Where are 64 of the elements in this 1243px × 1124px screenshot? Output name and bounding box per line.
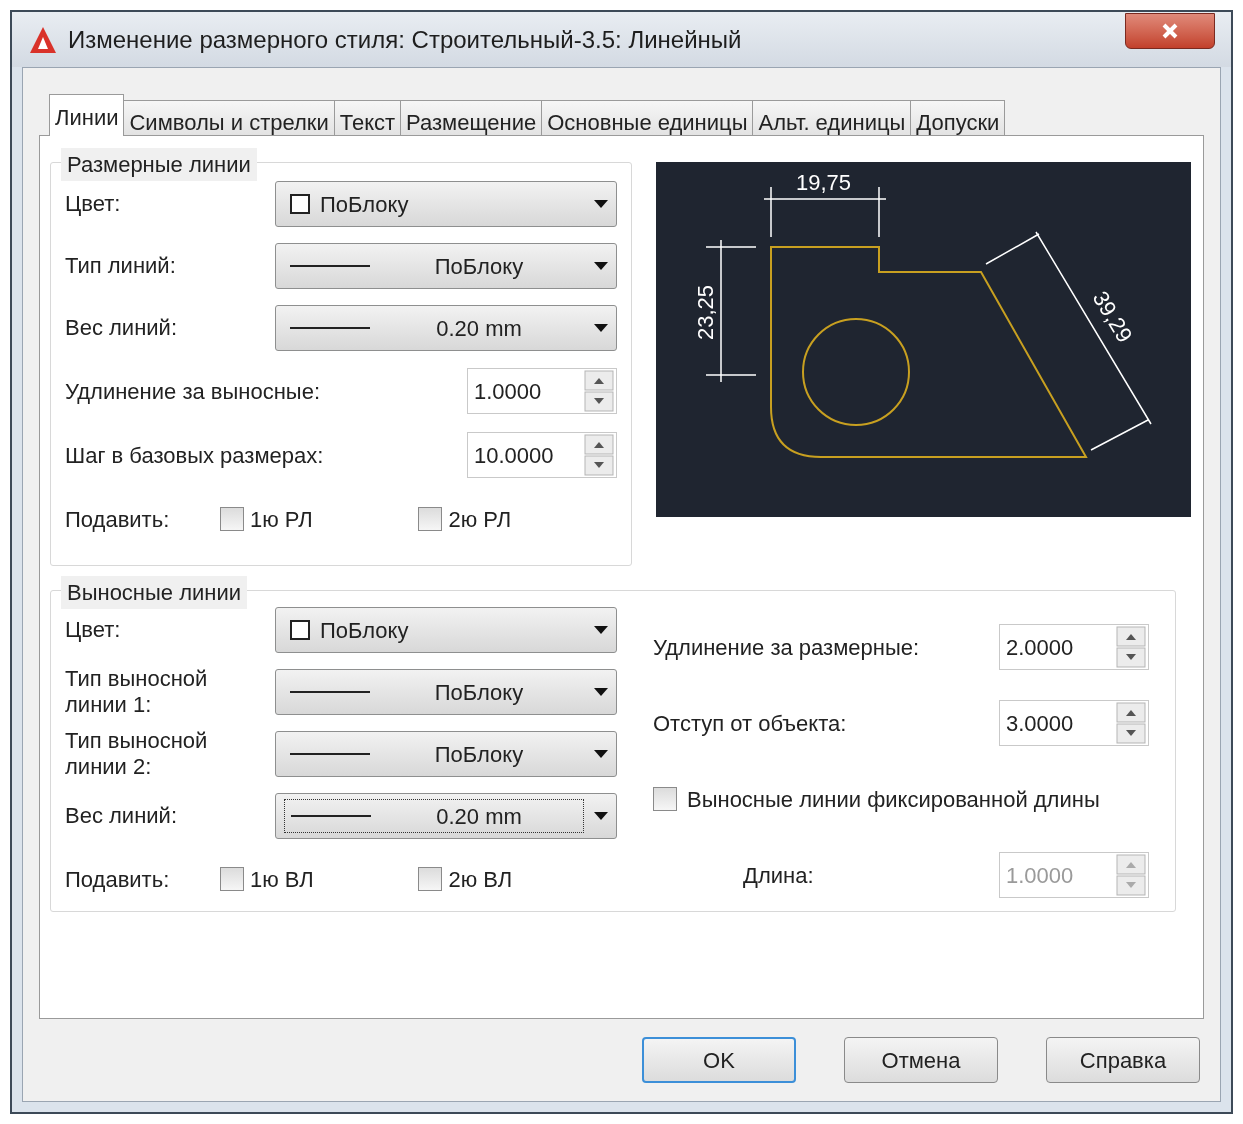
window-title: Изменение размерного стиля: Строительный-3.5: Линейный xyxy=(68,24,743,55)
tab[interactable]: Линии xyxy=(49,94,125,136)
field-label: Шаг в базовых размерах: xyxy=(65,441,324,470)
dialog-button[interactable]: OK xyxy=(642,1037,796,1083)
field-label: Вес линий: xyxy=(65,803,178,829)
dimension-text: 19,75 xyxy=(796,170,852,195)
caret-icon xyxy=(594,626,608,634)
caret-icon xyxy=(594,688,608,696)
tab[interactable]: Альт. единицы xyxy=(752,100,912,136)
close-button[interactable] xyxy=(1125,12,1215,49)
field-label: Тип выносной линии 1: xyxy=(65,666,209,718)
number-spinner[interactable]: 1.0000 xyxy=(467,368,617,414)
checkbox[interactable] xyxy=(418,507,443,531)
field-label: Тип линий: xyxy=(65,253,177,279)
dropdown[interactable]: ПоБлоку xyxy=(275,731,617,777)
tab[interactable]: Допуски xyxy=(910,100,1006,136)
checkbox-label: 1ю ВЛ xyxy=(249,865,314,894)
dropdown[interactable]: ПоБлоку xyxy=(275,181,617,227)
tab[interactable]: Размещение xyxy=(400,100,543,136)
tab[interactable]: Текст xyxy=(333,100,402,136)
spin-arrows-icon xyxy=(1116,702,1146,744)
dropdown[interactable]: ПоБлоку xyxy=(275,607,617,653)
checkbox[interactable] xyxy=(219,867,244,891)
caret-icon xyxy=(594,200,608,208)
dialog-button[interactable]: Справка xyxy=(1046,1037,1200,1083)
dropdown[interactable]: 0.20 mm xyxy=(275,305,617,351)
checkbox-label: 2ю РЛ xyxy=(448,505,512,534)
field-label: Удлинение за выносные: xyxy=(65,377,321,406)
checkbox-label: 2ю ВЛ xyxy=(448,865,513,894)
caret-icon xyxy=(594,812,608,820)
checkbox-label: Выносные линии фиксированной длины xyxy=(687,785,1100,814)
spin-arrows-icon xyxy=(1116,854,1146,896)
field-label: Отступ от объекта: xyxy=(653,709,847,738)
spin-arrows-icon xyxy=(1116,626,1146,668)
spin-arrows-icon xyxy=(584,434,614,476)
field-label: Длина: xyxy=(743,861,814,890)
dimension-text: 23,25 xyxy=(693,284,718,340)
group-title: Размерные линии xyxy=(61,148,257,181)
number-spinner[interactable]: 10.0000 xyxy=(467,432,617,478)
checkbox[interactable] xyxy=(418,867,443,891)
caret-icon xyxy=(594,750,608,758)
tab[interactable]: Основные единицы xyxy=(541,100,754,136)
dropdown[interactable]: 0.20 mm xyxy=(275,793,617,839)
field-label: Цвет: xyxy=(65,191,122,217)
spin-arrows-icon xyxy=(584,370,614,412)
dialog-button[interactable]: Отмена xyxy=(844,1037,998,1083)
tab[interactable]: Символы и стрелки xyxy=(123,100,335,136)
dropdown[interactable]: ПоБлоку xyxy=(275,669,617,715)
close-icon xyxy=(1161,21,1179,40)
checkbox[interactable] xyxy=(653,787,677,811)
field-label: Подавить: xyxy=(65,505,171,534)
checkbox-label: 1ю РЛ xyxy=(249,505,313,534)
number-spinner[interactable]: 3.0000 xyxy=(999,700,1149,746)
field-label: Удлинение за размерные: xyxy=(653,633,920,662)
dropdown[interactable]: ПоБлоку xyxy=(275,243,617,289)
field-label: Цвет: xyxy=(65,617,122,643)
field-label: Подавить: xyxy=(65,865,171,894)
field-label: Тип выносной линии 2: xyxy=(65,728,209,780)
field-label: Вес линий: xyxy=(65,315,178,341)
caret-icon xyxy=(594,324,608,332)
checkbox[interactable] xyxy=(219,507,244,531)
number-spinner[interactable]: 2.0000 xyxy=(999,624,1149,670)
caret-icon xyxy=(594,262,608,270)
group-title: Выносные линии xyxy=(61,576,248,609)
